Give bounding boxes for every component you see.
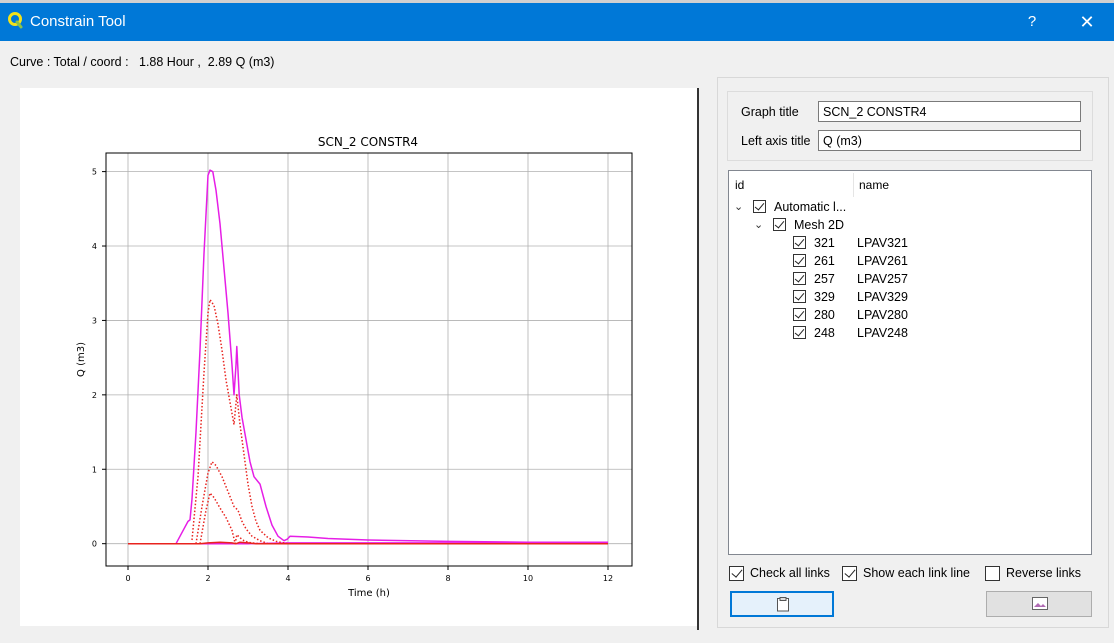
plot-area (105, 152, 633, 567)
show-each-link-line-label: Show each link line (863, 566, 971, 580)
x-axis-label: Time (h) (347, 588, 390, 599)
link-checkbox[interactable] (793, 308, 806, 321)
x-tick-label: 6 (365, 574, 370, 583)
check-all-links-checkbox[interactable] (729, 566, 744, 581)
tree-row-group[interactable]: ⌄ Mesh 2D (729, 217, 1091, 235)
link-checkbox[interactable] (793, 236, 806, 249)
reverse-links-label: Reverse links (1006, 566, 1082, 580)
y-tick-label: 3 (92, 316, 97, 325)
chevron-down-icon[interactable]: ⌄ (734, 200, 746, 213)
y-tick-label: 2 (92, 391, 97, 400)
qgis-icon (8, 12, 23, 29)
link-id: 248 (814, 326, 835, 340)
link-id: 321 (814, 236, 835, 250)
chevron-down-icon[interactable]: ⌄ (754, 218, 766, 231)
link-name: LPAV329 (857, 290, 908, 304)
y-tick-label: 5 (92, 168, 97, 177)
y-tick-label: 4 (92, 242, 97, 251)
image-icon (1032, 597, 1048, 610)
link-name: LPAV248 (857, 326, 908, 340)
tree-row-link[interactable]: 280 LPAV280 (729, 307, 1091, 325)
link-checkbox[interactable] (793, 254, 806, 267)
series-line-4 (195, 461, 269, 545)
column-header-name[interactable]: name (859, 178, 889, 192)
group-checkbox[interactable] (773, 218, 786, 231)
column-header-id[interactable]: id (735, 178, 744, 192)
plot-canvas[interactable]: SCN_2 CONSTR4 0 2 4 6 8 10 12 0 1 2 3 4 5 Time (h) Q… (20, 88, 697, 626)
left-axis-title-input[interactable] (818, 130, 1081, 151)
link-checkbox[interactable] (793, 290, 806, 303)
tree-row-root[interactable]: ⌄ Automatic l... (729, 199, 1091, 217)
close-button[interactable]: ✕ (1074, 9, 1100, 35)
root-checkbox[interactable] (753, 200, 766, 213)
link-id: 261 (814, 254, 835, 268)
reverse-links-checkbox[interactable] (985, 566, 1000, 581)
graph-title-label: Graph title (741, 105, 799, 119)
clipboard-icon (777, 597, 789, 612)
curve-info: Curve : Total / coord : 1.88 Hour , 2.89… (10, 55, 275, 69)
tree-row-link[interactable]: 257 LPAV257 (729, 271, 1091, 289)
link-checkbox[interactable] (793, 326, 806, 339)
link-name: LPAV261 (857, 254, 908, 268)
group-label: Mesh 2D (794, 218, 845, 232)
copy-button[interactable] (730, 591, 834, 617)
tree-row-link[interactable]: 261 LPAV261 (729, 253, 1091, 271)
column-separator[interactable] (853, 173, 854, 197)
window-title: Constrain Tool (30, 13, 126, 30)
links-tree[interactable]: id name ⌄ Automatic l... ⌄ Mesh 2D 321 L… (728, 170, 1092, 555)
chart-grid (106, 153, 632, 566)
tree-row-link[interactable]: 329 LPAV329 (729, 289, 1091, 307)
link-checkbox[interactable] (793, 272, 806, 285)
y-tick-label: 1 (92, 465, 97, 474)
x-tick-label: 10 (523, 574, 533, 583)
check-all-links-label: Check all links (750, 566, 830, 580)
link-name: LPAV257 (857, 272, 908, 286)
tree-row-link[interactable]: 248 LPAV248 (729, 325, 1091, 343)
splitter-handle[interactable] (697, 88, 699, 630)
x-tick-label: 4 (285, 574, 290, 583)
chart-ticks: 0 2 4 6 8 10 12012345 (92, 168, 613, 583)
x-tick-label: 2 (205, 574, 210, 583)
y-axis-label: Q (m3) (76, 342, 87, 377)
link-id: 257 (814, 272, 835, 286)
tree-header: id name (729, 171, 1091, 199)
graph-title-input[interactable] (818, 101, 1081, 122)
title-bar: Constrain Tool ? ✕ (0, 0, 1114, 41)
link-name: LPAV280 (857, 308, 908, 322)
x-tick-label: 0 (125, 574, 130, 583)
export-image-button[interactable] (986, 591, 1092, 617)
link-id: 280 (814, 308, 835, 322)
tree-row-link[interactable]: 321 LPAV321 (729, 235, 1091, 253)
link-name: LPAV321 (857, 236, 908, 250)
y-tick-label: 0 (92, 540, 97, 549)
show-each-link-line-checkbox[interactable] (842, 566, 857, 581)
link-id: 329 (814, 290, 835, 304)
x-tick-label: 8 (445, 574, 450, 583)
root-label: Automatic l... (774, 200, 847, 214)
help-button[interactable]: ? (1020, 9, 1044, 35)
series-line-3 (191, 298, 289, 545)
left-axis-title-label: Left axis title (741, 134, 811, 148)
line-chart[interactable]: SCN_2 CONSTR4 0 2 4 6 8 10 12012345 Time (h) Q… (20, 88, 697, 626)
x-tick-label: 12 (603, 574, 613, 583)
chart-title: SCN_2 CONSTR4 (318, 135, 418, 149)
